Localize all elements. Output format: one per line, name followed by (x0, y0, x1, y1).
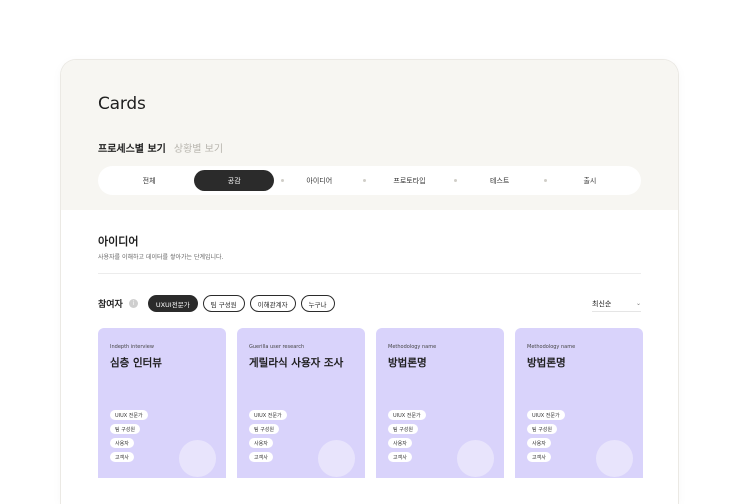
chip-anyone[interactable]: 누구나 (300, 295, 335, 312)
method-card[interactable]: Guerilla user research 게릴라식 사용자 조사 UIUX … (237, 328, 365, 478)
page-title: Cards (98, 94, 146, 114)
sort-label: 최신순 (592, 299, 612, 308)
card-decoration-circle (318, 440, 355, 477)
card-tag: 고객사 (110, 452, 134, 462)
page-header: Cards 프로세스별 보기 상황별 보기 전체 공감 아이디어 프로토타입 테… (61, 60, 678, 210)
card-tag: 팀 구성원 (249, 424, 279, 434)
card-tag: UIUX 전문가 (527, 410, 565, 420)
step-empathy[interactable]: 공감 (194, 170, 285, 191)
section-description: 사용자를 이해하고 데이터를 쌓아가는 단계입니다. (98, 254, 224, 261)
divider (98, 273, 641, 274)
card-tag: 팀 구성원 (388, 424, 418, 434)
card-title: 게릴라식 사용자 조사 (249, 357, 344, 369)
filters-label: 참여자 (98, 300, 123, 310)
view-toggle-situation[interactable]: 상황별 보기 (174, 140, 223, 155)
card-decoration-circle (596, 440, 633, 477)
card-subtitle: Indepth interview (110, 344, 154, 350)
app-frame: Cards 프로세스별 보기 상황별 보기 전체 공감 아이디어 프로토타입 테… (60, 59, 679, 504)
info-icon[interactable]: i (128, 299, 138, 308)
card-tag: 사용자 (110, 438, 134, 448)
card-tags: UIUX 전문가 팀 구성원 사용자 고객사 (388, 410, 426, 462)
step-all[interactable]: 전체 (104, 170, 194, 191)
card-subtitle: Methodology name (388, 344, 437, 350)
section-title: 아이디어 (98, 235, 139, 248)
card-tags: UIUX 전문가 팀 구성원 사용자 고객사 (110, 410, 148, 462)
method-card-list: Indepth interview 심층 인터뷰 UIUX 전문가 팀 구성원 … (98, 328, 643, 478)
view-toggle-process[interactable]: 프로세스별 보기 (98, 140, 166, 155)
card-tag: UIUX 전문가 (110, 410, 148, 420)
card-tags: UIUX 전문가 팀 구성원 사용자 고객사 (249, 410, 287, 462)
chip-stakeholder[interactable]: 이해관계자 (249, 295, 296, 312)
method-card[interactable]: Methodology name 방법론명 UIUX 전문가 팀 구성원 사용자… (515, 328, 643, 478)
sort-select[interactable]: 최신순 ⌄ (592, 296, 641, 312)
method-card[interactable]: Methodology name 방법론명 UIUX 전문가 팀 구성원 사용자… (376, 328, 504, 478)
card-tag: 사용자 (249, 438, 273, 448)
card-tag: 사용자 (388, 438, 412, 448)
card-decoration-circle (179, 440, 216, 477)
card-tag: 사용자 (527, 438, 551, 448)
chevron-down-icon: ⌄ (635, 300, 641, 307)
card-subtitle: Methodology name (527, 344, 576, 350)
card-title: 방법론명 (527, 357, 566, 369)
process-stepper: 전체 공감 아이디어 프로토타입 테스트 출시 (98, 166, 641, 195)
method-card[interactable]: Indepth interview 심층 인터뷰 UIUX 전문가 팀 구성원 … (98, 328, 226, 478)
card-title: 방법론명 (388, 357, 427, 369)
card-tag: 팀 구성원 (527, 424, 557, 434)
step-idea[interactable]: 아이디어 (274, 170, 367, 191)
card-decoration-circle (457, 440, 494, 477)
chip-uxui-expert[interactable]: UXUI전문가 (147, 295, 198, 312)
card-tag: 팀 구성원 (110, 424, 140, 434)
card-tag: 고객사 (249, 452, 273, 462)
view-toggle: 프로세스별 보기 상황별 보기 (98, 140, 223, 155)
step-launch[interactable]: 출시 (545, 170, 635, 191)
card-tag: 고객사 (388, 452, 412, 462)
card-title: 심층 인터뷰 (110, 357, 162, 369)
card-tags: UIUX 전문가 팀 구성원 사용자 고객사 (527, 410, 565, 462)
card-tag: UIUX 전문가 (249, 410, 287, 420)
chip-team-member[interactable]: 팀 구성원 (202, 295, 245, 312)
step-prototype[interactable]: 프로토타입 (364, 170, 457, 191)
step-test[interactable]: 테스트 (455, 170, 547, 191)
card-tag: UIUX 전문가 (388, 410, 426, 420)
card-tag: 고객사 (527, 452, 551, 462)
card-subtitle: Guerilla user research (249, 344, 305, 350)
participant-filters: 참여자 i UXUI전문가 팀 구성원 이해관계자 누구나 (98, 295, 335, 312)
